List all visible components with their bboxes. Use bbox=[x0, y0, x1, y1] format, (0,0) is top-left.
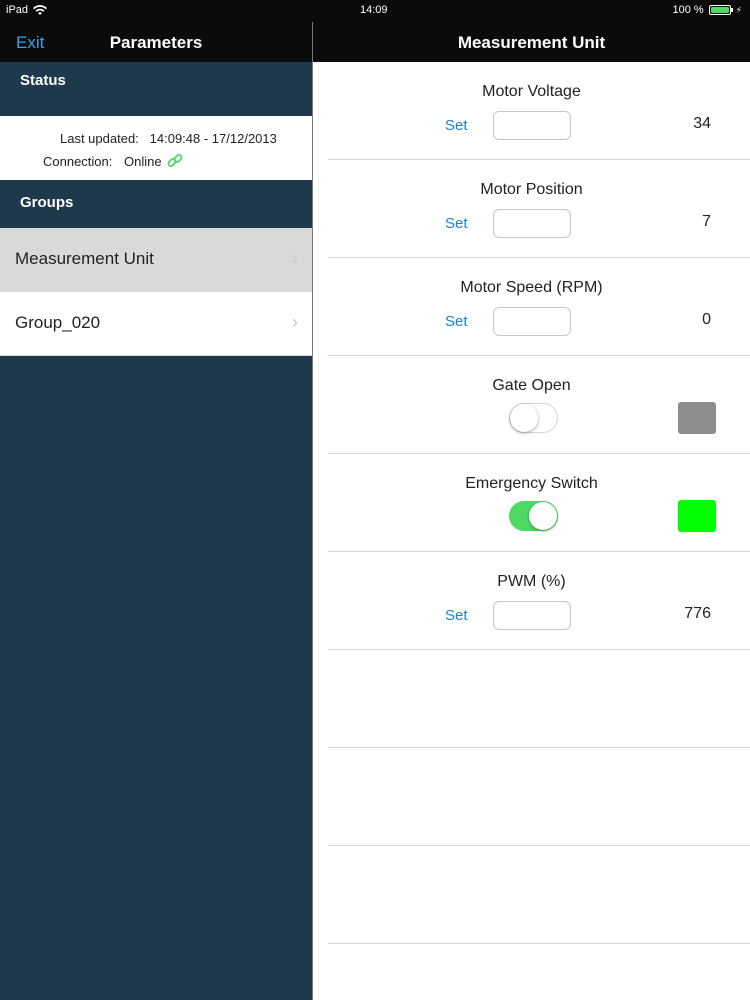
value-input[interactable] bbox=[493, 307, 571, 336]
left-nav-bar: Exit Parameters bbox=[0, 22, 312, 62]
status-bar: iPad 14:09 100 % ⚡ bbox=[0, 0, 750, 22]
status-indicator bbox=[678, 500, 716, 532]
connection-status: Connection: Online bbox=[43, 152, 184, 170]
emergency-switch-toggle[interactable] bbox=[509, 501, 558, 531]
status-section-header: Status bbox=[20, 72, 66, 89]
param-value: 34 bbox=[693, 115, 711, 132]
right-nav-bar: Measurement Unit bbox=[313, 22, 750, 62]
group-label: Group_020 bbox=[15, 313, 101, 332]
param-label: Motor Voltage bbox=[482, 83, 581, 100]
left-title: Parameters bbox=[109, 33, 203, 52]
group-row-group-020[interactable]: Group_020 › bbox=[0, 292, 312, 356]
detail-pane: Measurement Unit Motor Voltage Set 34 Mo… bbox=[313, 22, 750, 1000]
param-label: Gate Open bbox=[492, 377, 571, 394]
param-label: Motor Position bbox=[480, 181, 583, 198]
toggle-knob bbox=[510, 404, 538, 432]
battery-icon bbox=[708, 5, 733, 15]
wifi-icon bbox=[33, 4, 48, 15]
last-updated: Last updated: 14:09:48 - 17/12/2013 bbox=[60, 131, 277, 146]
param-row-motor-position: Motor Position Set 7 bbox=[328, 160, 750, 258]
set-button[interactable]: Set bbox=[445, 607, 468, 624]
last-updated-label: Last updated: bbox=[60, 131, 139, 146]
param-value: 7 bbox=[702, 213, 711, 230]
param-label: Emergency Switch bbox=[465, 475, 598, 492]
param-label: Motor Speed (RPM) bbox=[460, 279, 603, 296]
status-box: Last updated: 14:09:48 - 17/12/2013 Conn… bbox=[0, 116, 312, 180]
set-button[interactable]: Set bbox=[445, 313, 468, 330]
value-input[interactable] bbox=[493, 601, 571, 630]
chevron-right-icon: › bbox=[292, 248, 298, 268]
empty-row bbox=[328, 846, 750, 944]
param-row-motor-voltage: Motor Voltage Set 34 bbox=[328, 62, 750, 160]
set-button[interactable]: Set bbox=[445, 215, 468, 232]
param-row-motor-speed: Motor Speed (RPM) Set 0 bbox=[328, 258, 750, 356]
empty-row bbox=[328, 650, 750, 748]
param-label: PWM (%) bbox=[497, 573, 566, 590]
charging-icon: ⚡ bbox=[735, 4, 742, 15]
status-bar-right: 100 % ⚡ bbox=[672, 4, 742, 16]
master-pane: Exit Parameters Status Last updated: 14:… bbox=[0, 22, 312, 1000]
value-input[interactable] bbox=[493, 111, 571, 140]
detail-title: Measurement Unit bbox=[457, 33, 606, 52]
groups-section-header: Groups bbox=[20, 194, 74, 211]
battery-percent: 100 % bbox=[672, 4, 704, 16]
group-row-measurement-unit[interactable]: Measurement Unit › bbox=[0, 228, 312, 292]
chevron-right-icon: › bbox=[292, 312, 298, 332]
value-input[interactable] bbox=[493, 209, 571, 238]
param-row-gate-open: Gate Open bbox=[328, 356, 750, 454]
status-indicator bbox=[678, 402, 716, 434]
device-name: iPad bbox=[6, 4, 29, 16]
parameter-list: Motor Voltage Set 34 Motor Position Set … bbox=[313, 62, 750, 944]
gate-open-toggle[interactable] bbox=[509, 403, 558, 433]
empty-row bbox=[328, 748, 750, 846]
status-bar-left: iPad bbox=[6, 4, 48, 16]
set-button[interactable]: Set bbox=[445, 117, 468, 134]
group-label: Measurement Unit bbox=[15, 249, 154, 268]
connection-value: Online bbox=[124, 153, 162, 169]
param-value: 0 bbox=[702, 311, 711, 328]
param-row-pwm: PWM (%) Set 776 bbox=[328, 552, 750, 650]
param-row-emergency-switch: Emergency Switch bbox=[328, 454, 750, 552]
clock: 14:09 bbox=[360, 4, 388, 16]
link-icon bbox=[167, 154, 183, 167]
last-updated-value: 14:09:48 - 17/12/2013 bbox=[149, 131, 277, 146]
param-value: 776 bbox=[684, 605, 711, 622]
toggle-knob bbox=[529, 502, 557, 530]
connection-label: Connection: bbox=[43, 153, 113, 169]
